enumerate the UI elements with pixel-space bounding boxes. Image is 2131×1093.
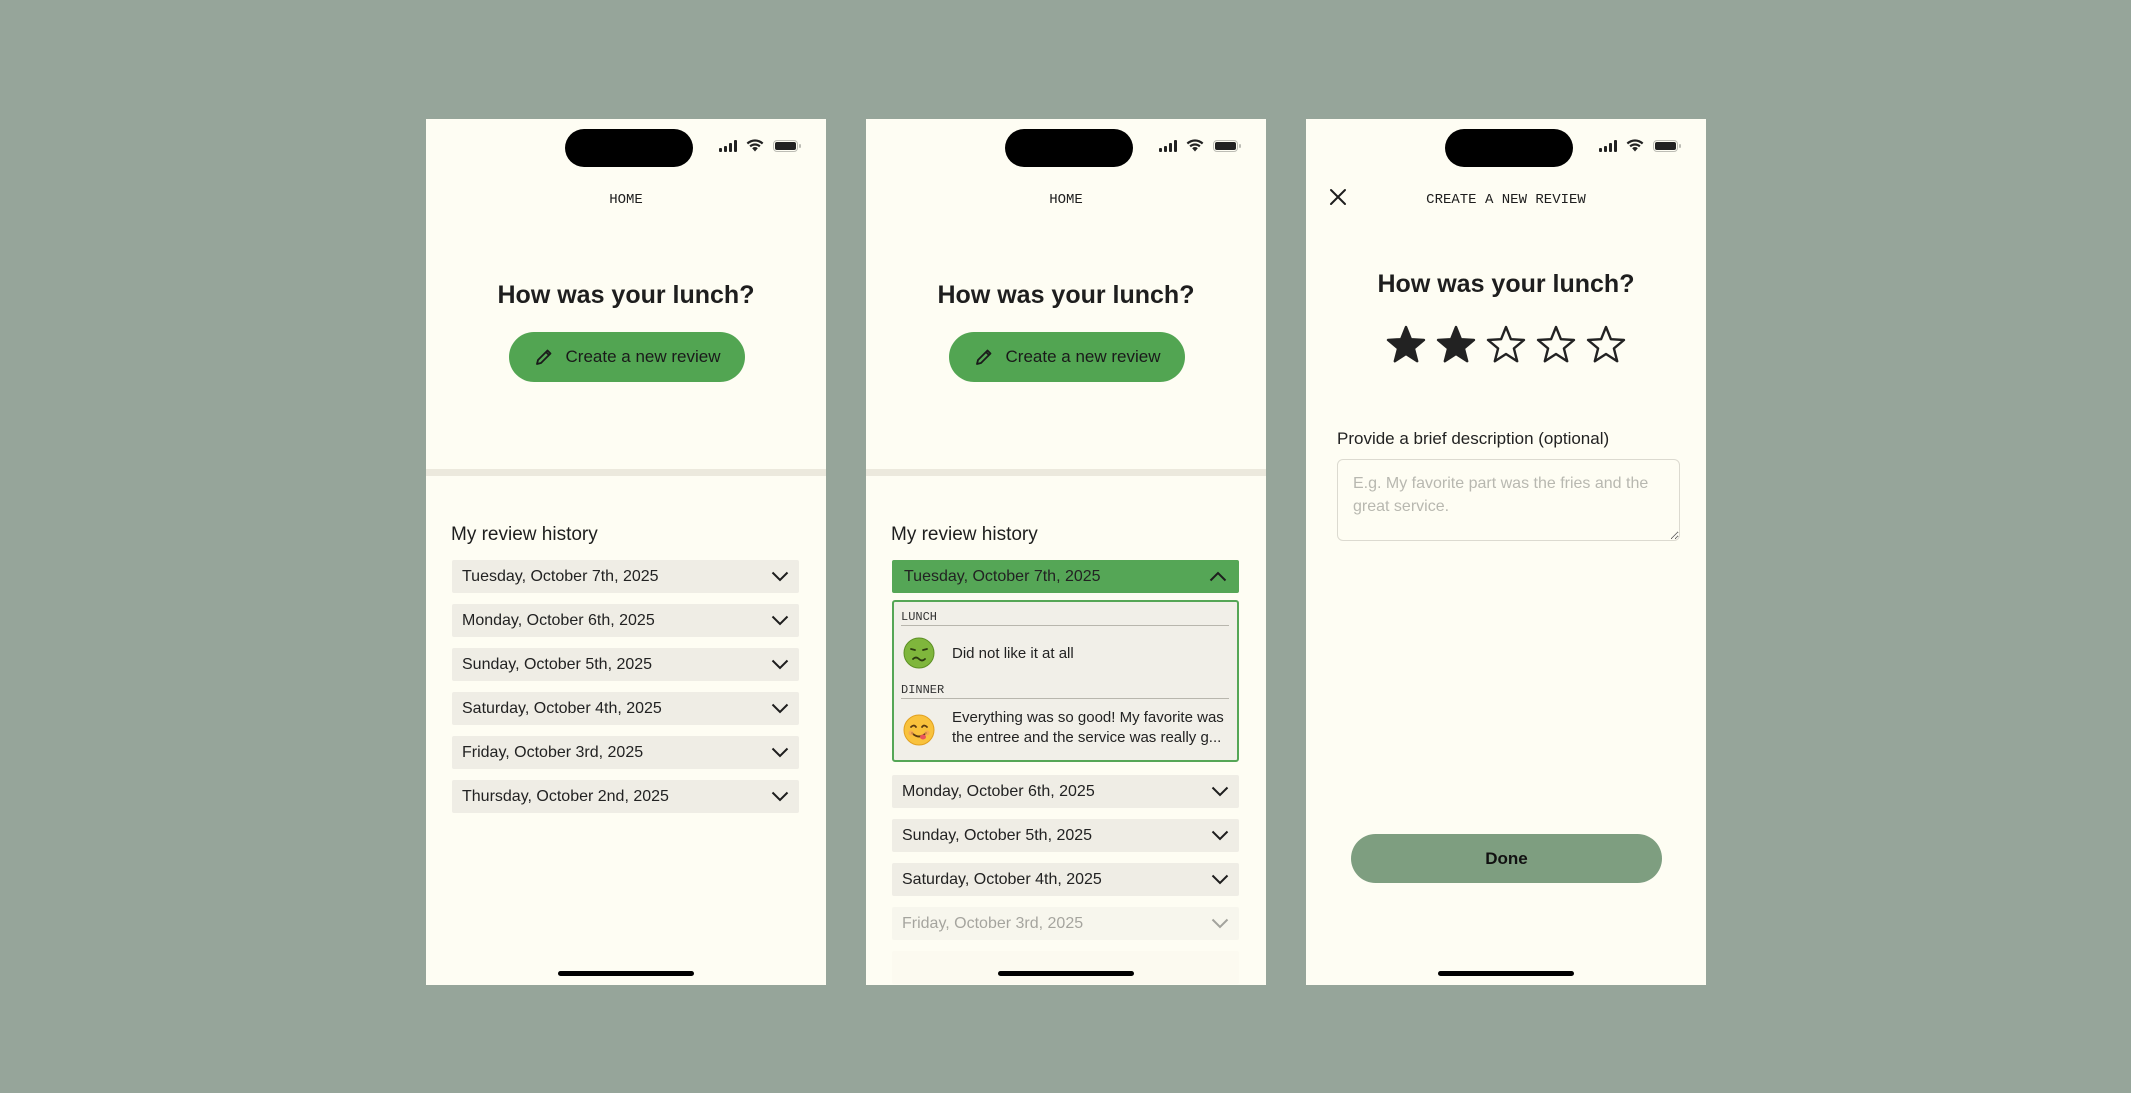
section-divider xyxy=(866,469,1266,476)
home-indicator[interactable] xyxy=(558,971,694,976)
description-field[interactable] xyxy=(1337,459,1680,541)
cellular-signal-icon xyxy=(1599,139,1617,152)
chevron-down-icon xyxy=(771,571,789,582)
chevron-down-icon xyxy=(771,615,789,626)
cellular-signal-icon xyxy=(1159,139,1177,152)
chevron-down-icon xyxy=(1211,786,1229,797)
nav-title: HOME xyxy=(609,192,643,208)
star-rating[interactable] xyxy=(1386,325,1626,365)
history-row[interactable]: Sunday, October 5th, 2025 xyxy=(452,648,799,681)
history-row-date: Saturday, October 4th, 2025 xyxy=(462,699,662,717)
savoring-face-icon xyxy=(903,714,935,746)
history-row-date: Thursday, October 2nd, 2025 xyxy=(462,787,669,805)
page-question: How was your lunch? xyxy=(1377,270,1635,298)
history-row[interactable]: Monday, October 6th, 2025 xyxy=(452,604,799,637)
star-empty-icon[interactable] xyxy=(1586,325,1626,365)
review-text-dinner: Everything was so good! My favorite was … xyxy=(952,709,1224,746)
section-divider xyxy=(426,469,826,476)
create-review-screen: CREATE A NEW REVIEW How was your lunch? … xyxy=(1306,119,1706,985)
battery-icon xyxy=(773,139,801,152)
create-review-button[interactable]: Create a new review xyxy=(509,332,745,382)
wifi-icon xyxy=(746,139,764,152)
battery-icon xyxy=(1653,139,1681,152)
dynamic-island xyxy=(1445,129,1573,167)
cellular-signal-icon xyxy=(719,139,737,152)
history-row[interactable]: Thursday, October 2nd, 2025 xyxy=(452,780,799,813)
create-review-label: Create a new review xyxy=(1005,347,1161,366)
star-filled-icon[interactable] xyxy=(1436,325,1476,365)
history-row-date: Sunday, October 5th, 2025 xyxy=(462,655,653,673)
review-detail-panel: LUNCH Did not like it at all DINNER Ever… xyxy=(892,600,1239,762)
home-expanded-screen: HOME How was your lunch? Create a new re… xyxy=(866,119,1266,985)
history-row[interactable]: Friday, October 3rd, 2025 xyxy=(452,736,799,769)
create-review-button[interactable]: Create a new review xyxy=(949,332,1185,382)
wifi-icon xyxy=(1626,139,1644,152)
description-label: Provide a brief description (optional) xyxy=(1337,429,1610,448)
pencil-icon xyxy=(535,349,551,365)
history-row[interactable]: Saturday, October 4th, 2025 xyxy=(452,692,799,725)
chevron-down-icon xyxy=(771,791,789,802)
chevron-down-icon xyxy=(1211,830,1229,841)
page-question: How was your lunch? xyxy=(497,281,755,309)
history-title: My review history xyxy=(891,524,1038,545)
chevron-down-icon xyxy=(771,659,789,670)
history-row[interactable]: Monday, October 6th, 2025 xyxy=(892,775,1239,808)
history-row-date: Friday, October 3rd, 2025 xyxy=(902,914,1084,932)
pencil-icon xyxy=(975,349,991,365)
history-row[interactable]: Friday, October 3rd, 2025 xyxy=(892,907,1239,940)
status-bar xyxy=(1599,139,1681,152)
review-text-lunch: Did not like it at all xyxy=(952,645,1074,662)
history-row[interactable]: Saturday, October 4th, 2025 xyxy=(892,863,1239,896)
chevron-down-icon xyxy=(771,747,789,758)
home-indicator[interactable] xyxy=(1438,971,1574,976)
done-button[interactable]: Done xyxy=(1351,834,1662,883)
history-row-expanded[interactable]: Tuesday, October 7th, 2025 xyxy=(892,560,1239,593)
history-row-date: Monday, October 6th, 2025 xyxy=(462,611,655,629)
nauseated-face-icon xyxy=(903,637,935,669)
battery-icon xyxy=(1213,139,1241,152)
chevron-down-icon xyxy=(1211,874,1229,885)
status-bar xyxy=(719,139,801,152)
nav-title: HOME xyxy=(1049,192,1083,208)
history-row[interactable]: Sunday, October 5th, 2025 xyxy=(892,819,1239,852)
history-row[interactable]: Tuesday, October 7th, 2025 xyxy=(452,560,799,593)
page-question: How was your lunch? xyxy=(937,281,1195,309)
history-row-date: Sunday, October 5th, 2025 xyxy=(902,826,1093,844)
chevron-down-icon xyxy=(1211,918,1229,929)
chevron-down-icon xyxy=(771,703,789,714)
meal-label-lunch: LUNCH xyxy=(901,610,1229,626)
history-row-date: Tuesday, October 7th, 2025 xyxy=(904,567,1101,585)
history-row-date: Saturday, October 4th, 2025 xyxy=(902,870,1102,888)
dynamic-island xyxy=(1005,129,1133,167)
status-bar xyxy=(1159,139,1241,152)
history-row-date: Monday, October 6th, 2025 xyxy=(902,782,1095,800)
chevron-up-icon xyxy=(1209,571,1227,582)
history-row-partial[interactable] xyxy=(892,951,1239,984)
home-indicator[interactable] xyxy=(998,971,1134,976)
meal-label-dinner: DINNER xyxy=(901,683,1229,699)
home-screen: HOME How was your lunch? Create a new re… xyxy=(426,119,826,985)
star-empty-icon[interactable] xyxy=(1486,325,1526,365)
wifi-icon xyxy=(1186,139,1204,152)
star-empty-icon[interactable] xyxy=(1536,325,1576,365)
history-row-date: Tuesday, October 7th, 2025 xyxy=(462,567,659,585)
star-filled-icon[interactable] xyxy=(1386,325,1426,365)
history-title: My review history xyxy=(451,524,598,545)
create-review-label: Create a new review xyxy=(565,347,721,366)
history-row-date: Friday, October 3rd, 2025 xyxy=(462,743,644,761)
nav-title: CREATE A NEW REVIEW xyxy=(1426,192,1586,208)
dynamic-island xyxy=(565,129,693,167)
